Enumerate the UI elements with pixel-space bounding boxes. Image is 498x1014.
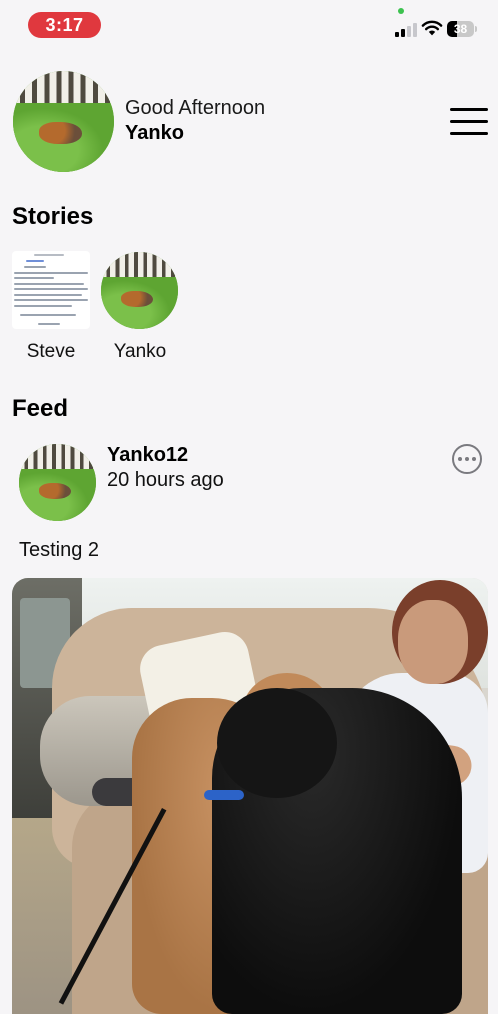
post-photo[interactable] [12, 578, 488, 1014]
post-author-avatar[interactable] [19, 444, 96, 521]
story-avatar-yanko[interactable] [101, 252, 178, 329]
cellular-signal-icon [395, 21, 417, 37]
post-username[interactable]: Yanko12 [107, 444, 188, 467]
story-name-yanko: Yanko [113, 341, 167, 362]
profile-avatar[interactable] [13, 71, 114, 172]
stories-title: Stories [12, 203, 94, 230]
feed-title: Feed [12, 395, 69, 422]
battery-icon: 38 [447, 21, 474, 37]
post-caption: Testing 2 [19, 539, 100, 561]
story-name-steve: Steve [26, 341, 76, 362]
ellipsis-circle-icon[interactable] [452, 444, 482, 474]
greeting-text: Good Afternoon [125, 97, 266, 119]
story-thumbnail-steve[interactable] [12, 251, 90, 329]
privacy-indicator-dot [398, 8, 404, 14]
battery-percent: 38 [453, 22, 468, 36]
greeting-username: Yanko [125, 122, 184, 144]
wifi-icon [421, 20, 443, 36]
hamburger-menu-icon[interactable] [450, 108, 488, 135]
post-timestamp: 20 hours ago [107, 469, 224, 491]
battery-terminal [475, 26, 477, 32]
status-time: 3:17 [28, 12, 101, 38]
status-bar: 3:17 38 [0, 0, 498, 50]
